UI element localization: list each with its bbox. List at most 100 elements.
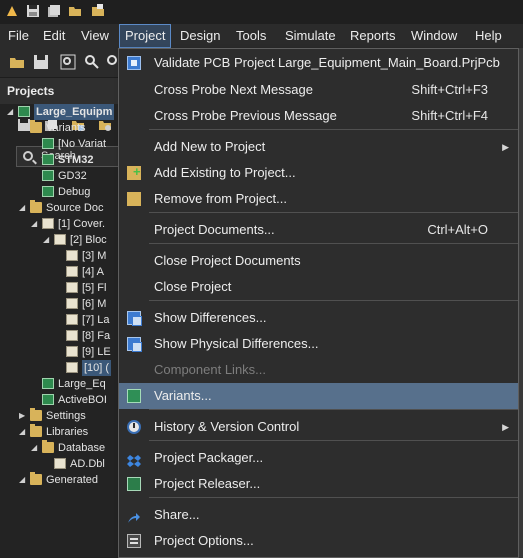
tree-item[interactable]: [7] La xyxy=(0,312,118,328)
menu-item-project-documents[interactable]: Project Documents... Ctrl+Alt+O xyxy=(119,217,518,243)
tree-item[interactable]: ▶ Settings xyxy=(0,408,118,424)
menu-item-remove-from-project[interactable]: Remove from Project... xyxy=(119,186,518,212)
menu-separator xyxy=(149,440,518,441)
tree-item[interactable]: [8] Fa xyxy=(0,328,118,344)
menu-view[interactable]: View xyxy=(76,24,114,48)
menu-item-close-project[interactable]: Close Project xyxy=(119,274,518,300)
tree-item-label: [10] ( xyxy=(82,360,112,376)
tree-item[interactable]: [3] M xyxy=(0,248,118,264)
schematic-icon xyxy=(66,282,78,293)
tree-item[interactable]: [No Variat xyxy=(0,136,118,152)
menu-item-label: Variants... xyxy=(154,388,212,403)
collapse-arrow-icon[interactable]: ◢ xyxy=(31,216,39,232)
tree-item-label: [4] A xyxy=(82,266,105,278)
menu-item-project-packager[interactable]: Project Packager... xyxy=(119,445,518,471)
tree-item[interactable]: ◢ Large_Equipm xyxy=(0,104,118,120)
collapse-arrow-icon[interactable]: ◢ xyxy=(19,424,27,440)
tree-item[interactable]: ◢ Variants xyxy=(0,120,118,136)
menu-edit[interactable]: Edit xyxy=(38,24,70,48)
menu-tools[interactable]: Tools xyxy=(231,24,271,48)
menu-reports[interactable]: Reports xyxy=(345,24,401,48)
menu-item-cross-probe-next-message[interactable]: Cross Probe Next Message Shift+Ctrl+F3 xyxy=(119,77,518,103)
menu-item-shortcut: Shift+Ctrl+F3 xyxy=(411,82,488,97)
collapse-arrow-icon[interactable]: ◢ xyxy=(19,472,27,488)
schematic-icon xyxy=(66,330,78,341)
folder-icon xyxy=(30,424,42,437)
tree-item[interactable]: ◢ [1] Cover. xyxy=(0,216,118,232)
right-panel-edge xyxy=(519,48,523,558)
menu-item-project-options[interactable]: Project Options... xyxy=(119,528,518,554)
schematic-icon xyxy=(66,314,78,325)
title-bar xyxy=(0,0,523,24)
panel-title: Projects xyxy=(0,78,118,104)
tree-item[interactable]: [10] ( xyxy=(0,360,118,376)
tree-item[interactable]: AD.Dbl xyxy=(0,456,118,472)
menu-item-validate-pcb-project-large-equipment-main-board-prjpcb[interactable]: Validate PCB Project Large_Equipment_Mai… xyxy=(119,50,518,76)
menu-item-label: Validate PCB Project Large_Equipment_Mai… xyxy=(154,55,500,70)
tree-item[interactable]: [6] M xyxy=(0,296,118,312)
tree-item[interactable]: ◢ Generated xyxy=(0,472,118,488)
menu-item-cross-probe-previous-message[interactable]: Cross Probe Previous Message Shift+Ctrl+F… xyxy=(119,103,518,129)
menu-help[interactable]: Help xyxy=(470,24,507,48)
expand-arrow-icon[interactable]: ▶ xyxy=(19,408,27,424)
collapse-arrow-icon[interactable]: ◢ xyxy=(19,120,27,136)
save-all-icon[interactable] xyxy=(47,4,61,18)
menu-simulate[interactable]: Simulate xyxy=(280,24,341,48)
menu-item-project-releaser[interactable]: Project Releaser... xyxy=(119,471,518,497)
collapse-arrow-icon[interactable]: ◢ xyxy=(31,440,39,456)
tree-item[interactable]: Large_Eq xyxy=(0,376,118,392)
menu-item-share[interactable]: Share... xyxy=(119,502,518,528)
menu-project[interactable]: Project xyxy=(119,24,172,48)
menu-file[interactable]: File xyxy=(3,24,34,48)
menu-item-label: Project Documents... xyxy=(154,222,275,237)
menu-item-add-existing-to-project[interactable]: Add Existing to Project... xyxy=(119,159,518,186)
save-icon[interactable] xyxy=(33,54,49,70)
history-icon xyxy=(127,420,141,434)
collapse-arrow-icon[interactable]: ◢ xyxy=(19,200,27,216)
add-existing-icon xyxy=(127,159,141,185)
variant-icon xyxy=(42,186,54,197)
tree-item[interactable]: ◢ Source Doc xyxy=(0,200,118,216)
menu-item-close-project-documents[interactable]: Close Project Documents xyxy=(119,248,518,274)
open-project-icon[interactable] xyxy=(91,4,105,18)
collapse-arrow-icon[interactable]: ◢ xyxy=(43,232,51,248)
tree-item[interactable]: ◢ [2] Bloc xyxy=(0,232,118,248)
collapse-arrow-icon[interactable]: ◢ xyxy=(7,104,15,120)
tree-item-label: [1] Cover. xyxy=(58,218,106,230)
tree-item[interactable]: [5] Fl xyxy=(0,280,118,296)
menu-item-label: Remove from Project... xyxy=(154,191,287,206)
save-icon[interactable] xyxy=(26,4,40,18)
zoom-fit-icon[interactable] xyxy=(60,54,76,70)
tree-item-label: Source Doc xyxy=(46,202,104,214)
menu-separator xyxy=(149,243,518,244)
tree-item[interactable]: GD32 xyxy=(0,168,118,184)
menu-item-history-version-control[interactable]: History & Version Control ▶ xyxy=(119,414,518,440)
folder-icon xyxy=(30,472,42,485)
menu-item-variants[interactable]: Variants... xyxy=(119,383,518,409)
open-folder-icon[interactable] xyxy=(68,4,82,18)
menu-design[interactable]: Design xyxy=(175,24,225,48)
tree-item-label: Large_Eq xyxy=(58,378,106,390)
tree-item[interactable]: Debug xyxy=(0,184,118,200)
menu-separator xyxy=(149,497,518,498)
menu-item-show-differences[interactable]: Show Differences... xyxy=(119,305,518,331)
tree-item-label: [5] Fl xyxy=(82,282,107,294)
database-icon xyxy=(54,458,66,469)
open-icon[interactable] xyxy=(9,54,25,70)
tree-item[interactable]: ◢ Database xyxy=(0,440,118,456)
schematic-icon xyxy=(42,218,54,229)
menu-separator xyxy=(149,212,518,213)
schematic-icon xyxy=(66,298,78,309)
tree-item[interactable]: ◢ Libraries xyxy=(0,424,118,440)
tree-item[interactable]: STM32 xyxy=(0,152,118,168)
tree-item[interactable]: [4] A xyxy=(0,264,118,280)
menu-item-show-physical-differences[interactable]: Show Physical Differences... xyxy=(119,331,518,357)
menu-separator xyxy=(149,409,518,410)
menu-item-add-new-to-project[interactable]: Add New to Project ▶ xyxy=(119,134,518,160)
zoom-area-icon[interactable] xyxy=(84,54,100,70)
menu-bar: File Edit View Project Design Tools Simu… xyxy=(0,24,523,48)
menu-window[interactable]: Window xyxy=(406,24,462,48)
tree-item[interactable]: [9] LE xyxy=(0,344,118,360)
menu-separator xyxy=(149,300,518,301)
tree-item[interactable]: ActiveBOI xyxy=(0,392,118,408)
